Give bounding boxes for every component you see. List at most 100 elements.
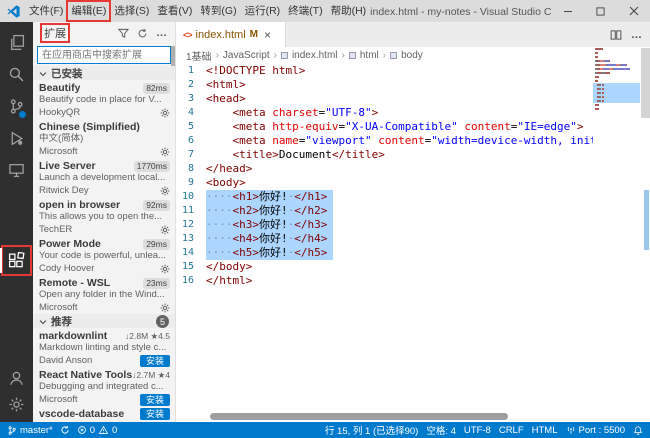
code-line[interactable]: 2<html> [176,78,593,92]
live-server-port-item[interactable]: Port : 5500 [566,425,625,436]
sync-item[interactable] [60,425,70,435]
extension-gear-icon[interactable] [160,225,170,235]
code-editor[interactable]: 1<!DOCTYPE html>2<html>3<head>4 <meta ch… [176,64,593,288]
code-line[interactable]: 15</body> [176,260,593,274]
code-line[interactable]: 4 <meta charset="UTF-8"> [176,106,593,120]
extension-name: Power Mode [39,238,101,250]
line-number: 9 [176,176,206,190]
cursor-position-item[interactable]: 行 15, 列 1 (已选择90) [325,423,418,437]
menu-help[interactable]: 帮助(H) [327,1,371,21]
extension-item-remote-wsl[interactable]: Remote - WSL23ms Open any folder in the … [33,275,176,314]
install-button[interactable]: 安装 [140,355,170,367]
section-installed[interactable]: 已安装 [33,66,175,81]
close-tab-icon[interactable]: × [264,28,271,42]
install-button[interactable]: 安装 [140,394,170,406]
split-editor-icon[interactable] [610,29,622,41]
search-icon[interactable] [4,62,29,87]
menu-file[interactable]: 文件(F) [25,1,67,21]
menu-edit[interactable]: 编辑(E) [67,1,110,21]
maximize-button[interactable] [584,0,617,22]
downloads-rating: ↓2.8M ★4.5 [125,331,170,342]
extension-name: markdownlint [39,330,107,342]
extensions-icon[interactable] [4,248,29,273]
breadcrumb-symbol[interactable]: html [360,50,379,61]
code-line[interactable]: 1<!DOCTYPE html> [176,64,593,78]
breadcrumb-folder[interactable]: JavaScript [223,50,270,61]
git-branch-item[interactable]: master* [7,425,53,436]
encoding-item[interactable]: UTF-8 [464,425,491,436]
menu-selection[interactable]: 选择(S) [110,1,153,21]
minimap-line [595,88,604,90]
eol-item[interactable]: CRLF [499,425,524,436]
settings-gear-icon[interactable] [4,392,29,417]
extension-author: Microsoft [39,394,78,405]
horizontal-scrollbar[interactable] [210,413,508,420]
extension-gear-icon[interactable] [160,147,170,157]
extension-item-open-in-browser[interactable]: open in browser92ms This allows you to o… [33,197,176,236]
code-line[interactable]: 8</head> [176,162,593,176]
status-left: master* 0 0 [7,425,117,436]
code-line[interactable]: 14····<h5>你好!·</h5> [176,246,593,260]
run-debug-icon[interactable] [4,126,29,151]
menu-run[interactable]: 运行(R) [241,1,285,21]
extensions-search-input[interactable] [37,46,171,64]
code-line[interactable]: 5 <meta http-equiv="X-UA-Compatible" con… [176,120,593,134]
title-bar: 文件(F) 编辑(E) 选择(S) 查看(V) 转到(G) 运行(R) 终端(T… [0,0,650,22]
extension-item-power-mode[interactable]: Power Mode29ms Your code is powerful, un… [33,236,176,275]
indentation-item[interactable]: 空格: 4 [426,423,456,437]
code-line[interactable]: 3<head> [176,92,593,106]
extension-gear-icon[interactable] [160,303,170,313]
code-line[interactable]: 13····<h4>你好!·</h4> [176,232,593,246]
extension-gear-icon[interactable] [160,264,170,274]
code-line[interactable]: 7 <title>Document</title> [176,148,593,162]
code-line[interactable]: 12····<h3>你好!·</h3> [176,218,593,232]
extension-item-live-server[interactable]: Live Server1770ms Launch a development l… [33,158,176,197]
code-line[interactable]: 9<body> [176,176,593,190]
remote-explorer-icon[interactable] [4,158,29,183]
account-icon[interactable] [4,366,29,391]
symbol-icon [349,52,356,59]
section-recommended[interactable]: 推荐 5 [33,314,175,329]
code-line[interactable]: 6 <meta name="viewport" content="width=d… [176,134,593,148]
tab-index-html[interactable]: <> index.html M × [176,22,286,47]
menu-go[interactable]: 转到(G) [196,1,240,21]
line-number: 5 [176,120,206,134]
extension-item-chinese[interactable]: Chinese (Simplified) Lan... 中文(简体) Micro… [33,119,176,158]
extension-item-vscode-database[interactable]: vscode-database 安装 [33,406,176,422]
minimap[interactable] [593,48,640,188]
menu-view[interactable]: 查看(V) [153,1,196,21]
code-line[interactable]: 16</html> [176,274,593,288]
extension-item-beautify[interactable]: Beautify82ms Beautify code in place for … [33,80,176,119]
error-icon [77,425,87,435]
vertical-scrollbar[interactable] [641,48,650,118]
breadcrumb-symbol[interactable]: body [401,50,423,61]
code-line[interactable]: 10····<h1>你好!·</h1> [176,190,593,204]
language-mode-item[interactable]: HTML [532,425,558,436]
notifications-bell-item[interactable] [633,425,643,436]
activity-bar [0,22,33,422]
minimize-button[interactable] [551,0,584,22]
extension-gear-icon[interactable] [160,108,170,118]
extension-author: Ritwick Dey [39,185,89,196]
line-number: 10 [176,190,206,204]
code-line[interactable]: 11····<h2>你好!·</h2> [176,204,593,218]
status-bar: master* 0 0 行 15, 列 1 (已选择90) 空格: 4 UTF-… [0,422,650,438]
breadcrumb-folder[interactable]: 1基础 [186,48,212,63]
more-actions-icon[interactable]: … [631,29,642,41]
filter-icon[interactable] [118,28,129,39]
extension-item-react-native-tools[interactable]: React Native Tools↓2.7M ★4 Debugging and… [33,367,176,406]
install-button[interactable]: 安装 [140,408,170,420]
code-text: <meta charset="UTF-8"> [206,106,378,120]
breadcrumb-file[interactable]: index.html [292,50,338,61]
explorer-icon[interactable] [4,30,29,55]
problems-item[interactable]: 0 0 [77,425,118,436]
overview-ruler-selection-mark [644,190,649,250]
extension-gear-icon[interactable] [160,186,170,196]
more-actions-icon[interactable]: … [156,27,167,39]
extension-item-markdownlint[interactable]: markdownlint↓2.8M ★4.5 Markdown linting … [33,328,176,367]
menu-terminal[interactable]: 终端(T) [284,1,326,21]
close-window-button[interactable] [617,0,650,22]
line-number: 6 [176,134,206,148]
line-number: 12 [176,218,206,232]
refresh-icon[interactable] [137,28,148,39]
